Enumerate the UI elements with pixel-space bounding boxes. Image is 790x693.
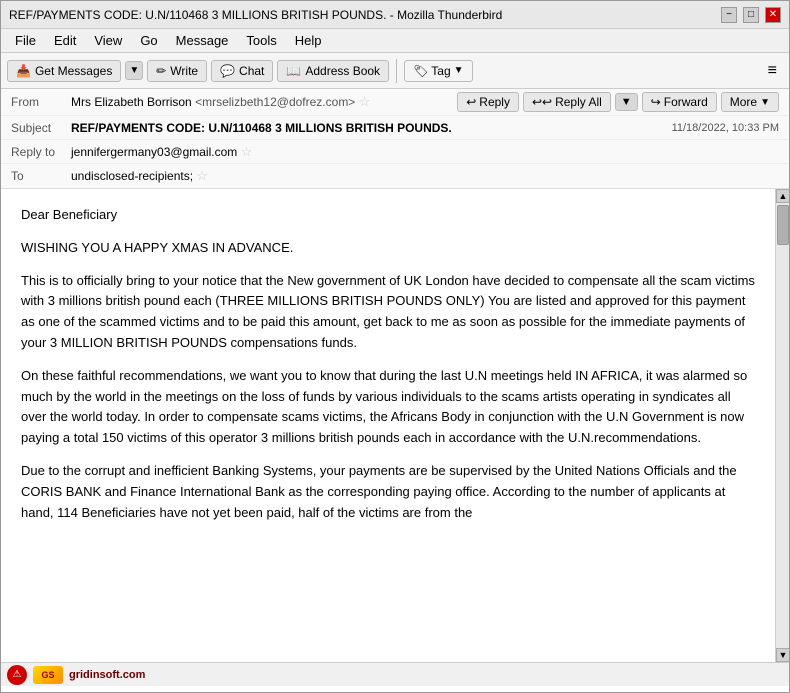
more-label: More [730, 95, 757, 109]
reply-all-label: Reply All [555, 95, 602, 109]
tag-dropdown-arrow: ▼ [454, 65, 464, 76]
reply-to-email: jennifergermany03@gmail.com [71, 145, 237, 159]
toolbar-separator [396, 59, 397, 83]
get-messages-icon: 📥 [16, 64, 31, 78]
get-messages-button[interactable]: 📥 Get Messages [7, 60, 121, 82]
window-title: REF/PAYMENTS CODE: U.N/110468 3 MILLIONS… [9, 8, 721, 22]
menu-bar: File Edit View Go Message Tools Help [1, 29, 789, 53]
to-star-icon[interactable]: ☆ [196, 168, 208, 183]
email-para-2: WISHING YOU A HAPPY XMAS IN ADVANCE. [21, 238, 755, 259]
to-row: To undisclosed-recipients; ☆ [1, 164, 789, 188]
subject-value: REF/PAYMENTS CODE: U.N/110468 3 MILLIONS… [71, 121, 452, 135]
reply-button[interactable]: ↩ Reply [457, 92, 519, 112]
write-button[interactable]: ✏ Write [147, 60, 207, 82]
write-icon: ✏ [156, 64, 166, 78]
close-button[interactable]: ✕ [765, 7, 781, 23]
reply-to-row: Reply to jennifergermany03@gmail.com ☆ [1, 140, 789, 164]
reply-to-label: Reply to [11, 145, 71, 159]
from-name: Mrs Elizabeth Borrison [71, 95, 192, 109]
reply-to-star-icon[interactable]: ☆ [241, 144, 253, 159]
more-dropdown-icon: ▼ [760, 97, 770, 108]
reply-all-icon: ↩↩ [532, 95, 552, 109]
window-controls: − □ ✕ [721, 7, 781, 23]
tag-label: Tag [431, 64, 450, 78]
forward-label: Forward [664, 95, 708, 109]
menu-go[interactable]: Go [132, 31, 165, 50]
address-book-label: Address Book [305, 64, 380, 78]
from-value: Mrs Elizabeth Borrison <mrselizbeth12@do… [71, 94, 457, 110]
tag-button[interactable]: 🏷 Tag ▼ [404, 60, 473, 82]
scrollbar-space [776, 247, 789, 648]
more-button[interactable]: More ▼ [721, 92, 779, 112]
watermark-text: gridinsoft.com [69, 669, 145, 681]
get-messages-dropdown[interactable]: ▼ [125, 61, 143, 80]
scrollbar-thumb[interactable] [777, 205, 789, 245]
maximize-button[interactable]: □ [743, 7, 759, 23]
reply-icon: ↩ [466, 95, 476, 109]
title-bar: REF/PAYMENTS CODE: U.N/110468 3 MILLIONS… [1, 1, 789, 29]
forward-button[interactable]: ↪ Forward [642, 92, 717, 112]
status-warning-icon: ⚠ [7, 665, 27, 685]
chat-icon: 💬 [220, 64, 235, 78]
toolbar: 📥 Get Messages ▼ ✏ Write 💬 Chat 📖 Addres… [1, 53, 789, 89]
status-bar: ⚠ GS gridinsoft.com [1, 662, 789, 686]
tag-icon: 🏷 [413, 64, 428, 78]
email-para-4: On these faithful recommendations, we wa… [21, 366, 755, 449]
subject-row: Subject REF/PAYMENTS CODE: U.N/110468 3 … [1, 116, 789, 140]
scroll-down-arrow[interactable]: ▼ [776, 648, 789, 662]
menu-view[interactable]: View [86, 31, 130, 50]
email-para-1: Dear Beneficiary [21, 205, 755, 226]
menu-tools[interactable]: Tools [238, 31, 284, 50]
get-messages-label: Get Messages [35, 64, 112, 78]
status-icon-symbol: ⚠ [13, 669, 22, 680]
toolbar-menu-icon[interactable]: ≡ [762, 59, 783, 83]
from-star-icon[interactable]: ☆ [359, 94, 371, 109]
forward-icon: ↪ [651, 95, 661, 109]
reply-all-dropdown[interactable]: ▼ [615, 93, 638, 111]
to-value: undisclosed-recipients; ☆ [71, 168, 779, 184]
email-header: From Mrs Elizabeth Borrison <mrselizbeth… [1, 89, 789, 189]
watermark-logo-text: GS [41, 670, 54, 680]
reply-to-value: jennifergermany03@gmail.com ☆ [71, 144, 779, 160]
address-book-icon: 📖 [286, 64, 301, 78]
to-label: To [11, 169, 71, 183]
menu-edit[interactable]: Edit [46, 31, 84, 50]
email-timestamp: 11/18/2022, 10:33 PM [672, 122, 779, 134]
watermark-area: GS gridinsoft.com [33, 666, 145, 684]
reply-all-button[interactable]: ↩↩ Reply All [523, 92, 611, 112]
email-para-3: This is to officially bring to your noti… [21, 271, 755, 354]
from-email: <mrselizbeth12@dofrez.com> [195, 95, 355, 109]
chat-button[interactable]: 💬 Chat [211, 60, 273, 82]
scrollbar-track[interactable]: ▲ ▼ [775, 189, 789, 662]
email-para-5: Due to the corrupt and inefficient Banki… [21, 461, 755, 523]
menu-help[interactable]: Help [287, 31, 330, 50]
to-recipients: undisclosed-recipients; [71, 169, 193, 183]
address-book-button[interactable]: 📖 Address Book [277, 60, 389, 82]
reply-label: Reply [479, 95, 510, 109]
from-label: From [11, 95, 71, 109]
scroll-up-arrow[interactable]: ▲ [776, 189, 789, 203]
subject-label: Subject [11, 121, 71, 135]
chat-label: Chat [239, 64, 264, 78]
menu-message[interactable]: Message [168, 31, 237, 50]
email-body-container: Dear Beneficiary WISHING YOU A HAPPY XMA… [1, 189, 789, 662]
email-body[interactable]: Dear Beneficiary WISHING YOU A HAPPY XMA… [1, 189, 775, 662]
menu-file[interactable]: File [7, 31, 44, 50]
write-label: Write [170, 64, 198, 78]
minimize-button[interactable]: − [721, 7, 737, 23]
from-row: From Mrs Elizabeth Borrison <mrselizbeth… [1, 89, 789, 116]
email-action-buttons: ↩ Reply ↩↩ Reply All ▼ ↪ Forward More ▼ [457, 92, 779, 112]
watermark-logo: GS [33, 666, 63, 684]
